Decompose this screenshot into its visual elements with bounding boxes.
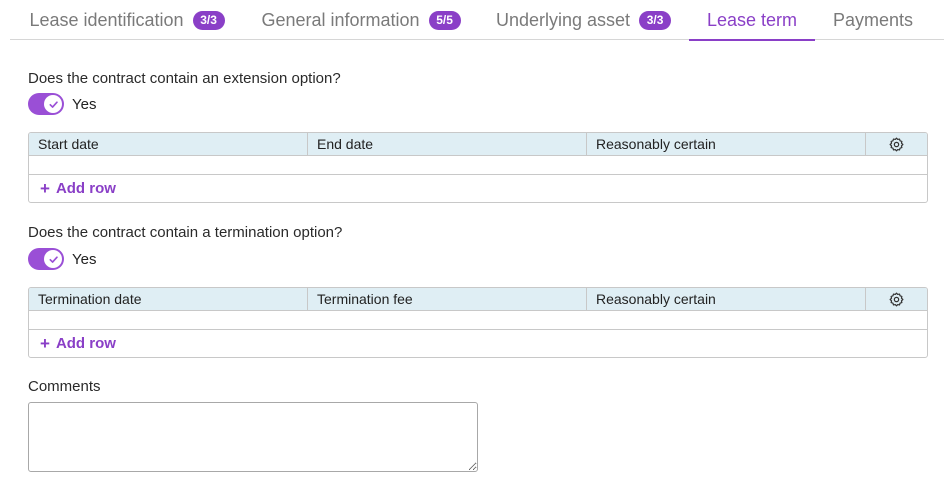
comments-textarea[interactable]: [28, 402, 478, 472]
table-empty-row: [29, 156, 927, 175]
plus-icon: +: [40, 179, 50, 198]
tab-label: Lease term: [706, 9, 798, 30]
comments-label: Comments: [28, 378, 101, 395]
tab-general-information[interactable]: General information 5/5: [261, 0, 461, 40]
tab-badge: 5/5: [428, 10, 461, 30]
column-header-reasonably-certain[interactable]: Reasonably certain: [587, 288, 866, 310]
table-empty-row: [29, 311, 927, 330]
tab-underlying-asset[interactable]: Underlying asset 3/3: [495, 0, 672, 40]
column-header-termination-fee[interactable]: Termination fee: [308, 288, 587, 310]
tab-lease-identification[interactable]: Lease identification 3/3: [28, 0, 226, 40]
extension-option-question: Does the contract contain an extension o…: [28, 70, 341, 87]
extension-option-toggle-label: Yes: [72, 95, 97, 113]
tab-payments[interactable]: Payments: [825, 0, 921, 40]
plus-icon: +: [40, 334, 50, 353]
extension-option-toggle-row: Yes: [28, 93, 96, 115]
add-row-label: Add row: [55, 180, 116, 197]
column-header-termination-date[interactable]: Termination date: [29, 288, 308, 310]
check-icon: [44, 95, 62, 113]
termination-option-question: Does the contract contain a termination …: [28, 224, 343, 241]
tab-label: General information: [261, 9, 420, 30]
column-header-start-date[interactable]: Start date: [29, 133, 308, 155]
add-row-button[interactable]: + Add row: [29, 330, 927, 357]
add-row-button[interactable]: + Add row: [29, 175, 927, 202]
column-header-end-date[interactable]: End date: [308, 133, 587, 155]
termination-options-table: Termination date Termination fee Reasona…: [28, 287, 928, 358]
gear-icon: [889, 292, 904, 306]
add-row-label: Add row: [55, 335, 116, 352]
table-settings-button[interactable]: [866, 288, 927, 310]
gear-icon: [889, 137, 904, 151]
check-icon: [44, 250, 62, 268]
table-header: Start date End date Reasonably certain: [29, 133, 927, 156]
tab-bar: Lease identification 3/3 General informa…: [10, 0, 944, 41]
tab-badge: 3/3: [192, 10, 225, 30]
extension-options-table: Start date End date Reasonably certain +…: [28, 132, 928, 203]
termination-option-toggle[interactable]: [28, 248, 64, 270]
tab-badge: 3/3: [639, 10, 672, 30]
column-header-reasonably-certain[interactable]: Reasonably certain: [587, 133, 866, 155]
tab-lease-term[interactable]: Lease term: [689, 0, 815, 41]
tab-label: Underlying asset: [495, 9, 631, 30]
table-settings-button[interactable]: [866, 133, 927, 155]
table-header: Termination date Termination fee Reasona…: [29, 288, 927, 311]
tab-label: Lease identification: [29, 9, 184, 30]
termination-option-toggle-row: Yes: [28, 248, 96, 270]
termination-option-toggle-label: Yes: [72, 250, 97, 268]
extension-option-toggle[interactable]: [28, 93, 64, 115]
tab-label: Payments: [832, 9, 914, 30]
